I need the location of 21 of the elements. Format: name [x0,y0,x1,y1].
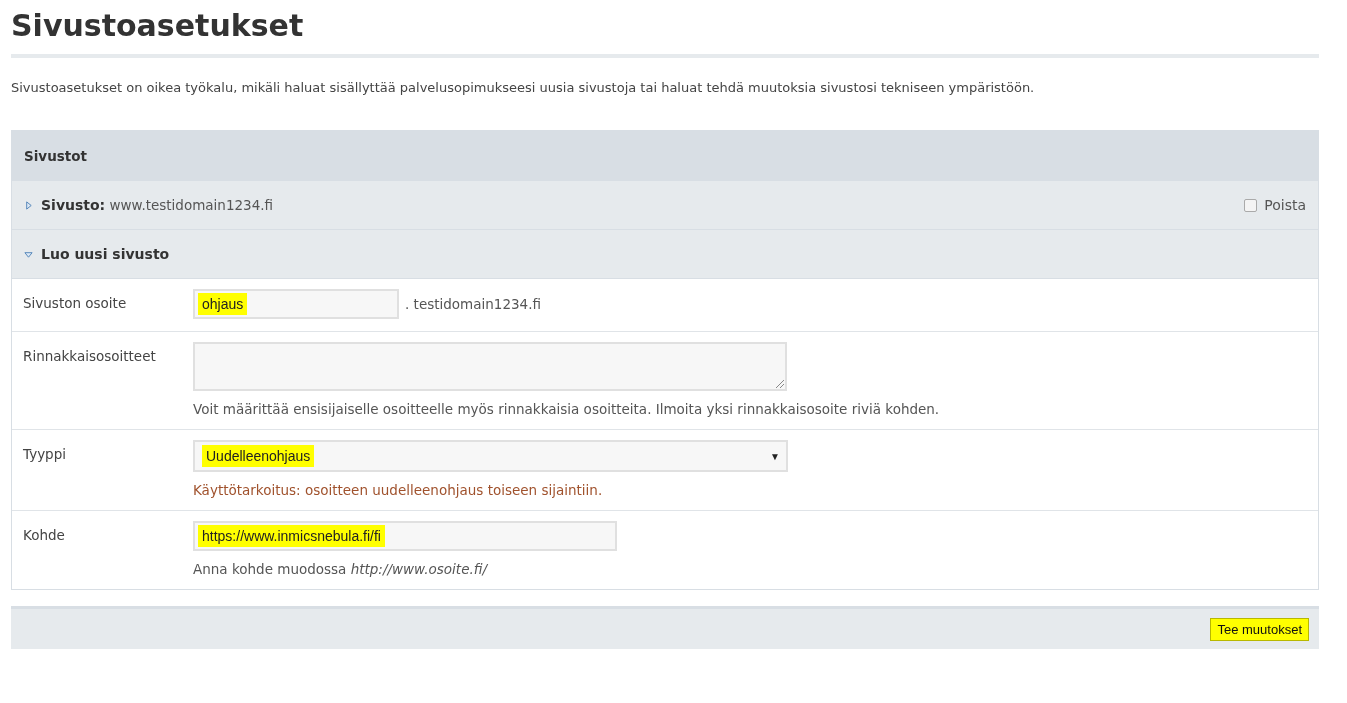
text-input[interactable]: ohjaus [193,289,399,319]
field-label: Rinnakkaisosoitteet [22,347,157,366]
section-toggle[interactable]: Luo uusi sivusto [24,246,170,262]
page-title: Sivustoasetukset [11,7,305,45]
panel-title: Sivustot [24,148,87,164]
help-text: Käyttötarkoitus: osoitteen uudelleenohjaus toiseen sijaintiin. [193,482,604,498]
domain-suffix: . testidomain1234.fi [405,296,541,312]
url-input[interactable]: https://www.inmicsnebula.fi/fi [193,521,617,551]
type-dropdown[interactable]: Uudelleenohjaus ▼ [193,440,788,472]
help-text: Anna kohde muodossa http://www.osoite.fi/ [193,561,489,577]
field-label: Tyyppi [22,445,67,464]
field-label: Sivuston osoite [22,294,128,313]
field-label: Kohde [22,526,66,545]
section-toggle[interactable]: Sivusto: www.testidomain1234.fi [24,197,274,213]
help-text: Voit määrittää ensisijaiselle osoitteelle myös rinnakkaisia osoitteita. Ilmoita yksi rinnakkaisosoite riviä kohden. [193,401,940,417]
save-button[interactable]: Tee muutokset [1210,617,1309,641]
delete-checkbox[interactable] [1244,198,1258,212]
page-description: Sivustoasetukset on oikea työkalu, mikäli haluat sisällyttää palvelusopimukseesi uusia sivustoja tai haluat tehdä muutoksia sivustosi tekniseen ympäristöön. [11,79,1036,97]
textarea-input[interactable] [193,342,787,391]
resize-grip-icon [776,380,784,388]
delete-label: Poista [1264,197,1306,213]
